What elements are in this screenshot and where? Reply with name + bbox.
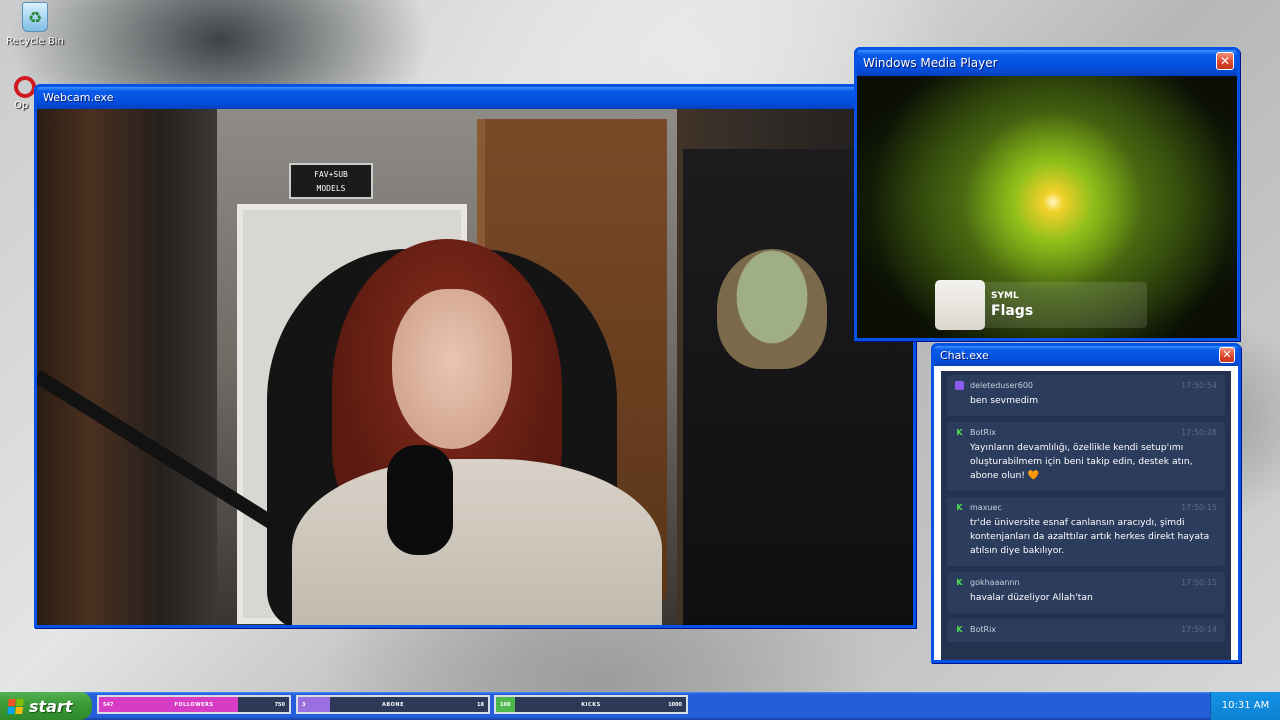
chat-username: BotRix <box>970 625 997 634</box>
chat-timestamp: 17:50:54 <box>1181 381 1217 390</box>
sign-line-1: FAV+SUB <box>314 170 348 179</box>
recycle-bin-label: Recycle Bin <box>6 36 64 47</box>
recycle-bin-icon[interactable]: ♻ Recycle Bin <box>0 2 70 47</box>
chat-message-list[interactable]: deleteduser600 17:50:54 ben sevmedim K B… <box>941 371 1231 660</box>
goal-label: ABONE <box>381 701 405 708</box>
goal-bar-kicks: 100 KICKS 1000 <box>494 695 688 714</box>
media-player-titlebar[interactable]: Windows Media Player ✕ <box>857 50 1237 76</box>
clock: 10:31 AM <box>1221 700 1270 711</box>
close-icon: ✕ <box>1219 54 1231 68</box>
microphone <box>387 445 453 555</box>
chat-message: K BotRix 17:50:28 Yayınların devamlılığı… <box>947 422 1225 491</box>
webcam-window[interactable]: Webcam.exe FAV+SUB MODELS <box>34 84 916 628</box>
start-button[interactable]: start <box>0 692 92 720</box>
chat-text: ben sevmedim <box>970 395 1039 406</box>
streamer-face <box>392 289 512 449</box>
now-playing-track: Flags <box>991 303 1034 319</box>
media-player-title: Windows Media Player <box>863 56 998 70</box>
chat-text: tr'de üniversite esnaf canlansın aracıyd… <box>970 517 1210 556</box>
goal-bar-followers: 547 FOLLOWERS 750 <box>97 695 291 714</box>
goal-max: 1000 <box>668 701 682 708</box>
chat-text: havalar düzeliyor Allah'tan <box>970 592 1093 603</box>
goal-max: 750 <box>274 701 285 708</box>
chat-username: BotRix <box>970 428 997 437</box>
media-visualizer: SYML Flags <box>857 76 1237 338</box>
goal-label: FOLLOWERS <box>174 701 214 708</box>
webcam-title: Webcam.exe <box>43 91 114 104</box>
chat-titlebar[interactable]: Chat.exe ✕ <box>934 346 1238 366</box>
chat-message: K maxuec 17:50:15 tr'de üniversite esnaf… <box>947 497 1225 566</box>
media-player-window[interactable]: Windows Media Player ✕ SYML Flags <box>854 47 1240 341</box>
start-label: start <box>29 696 73 716</box>
system-tray[interactable]: 10:31 AM <box>1210 692 1280 720</box>
close-icon: ✕ <box>1222 348 1232 361</box>
chat-timestamp: 17:50:28 <box>1181 428 1217 437</box>
webcam-feed: FAV+SUB MODELS <box>37 109 913 625</box>
kick-icon: K <box>956 625 963 634</box>
chat-timestamp: 17:50:15 <box>1181 503 1217 512</box>
streamer <box>292 239 662 625</box>
taskbar: start 547 FOLLOWERS 750 3 ABONE 18 100 K… <box>0 692 1280 720</box>
opera-icon <box>14 76 36 98</box>
chat-timestamp: 17:50:15 <box>1181 578 1217 587</box>
webcam-titlebar[interactable]: Webcam.exe <box>37 87 913 109</box>
windows-logo-icon <box>7 698 24 714</box>
webcam-lightbox-sign: FAV+SUB MODELS <box>289 163 373 199</box>
chat-title: Chat.exe <box>940 349 989 362</box>
chat-message: K BotRix 17:50:14 <box>947 619 1225 642</box>
chat-username: deleteduser600 <box>970 381 1033 390</box>
streamer-sweater <box>292 459 662 625</box>
chat-message: K gokhaaannn 17:50:15 havalar düzeliyor … <box>947 572 1225 613</box>
chat-username: maxuec <box>970 503 1002 512</box>
chat-username: gokhaaannn <box>970 578 1020 587</box>
kick-icon: K <box>956 428 963 437</box>
kick-icon: K <box>956 578 963 587</box>
chat-message: deleteduser600 17:50:54 ben sevmedim <box>947 375 1225 416</box>
now-playing-artist: SYML <box>991 291 1019 301</box>
chat-timestamp: 17:50:14 <box>1181 625 1217 634</box>
goal-max: 18 <box>477 701 484 708</box>
chat-close-button[interactable]: ✕ <box>1219 347 1235 363</box>
twitch-icon <box>955 381 964 390</box>
now-playing-card: SYML Flags <box>935 280 1147 330</box>
chat-body: deleteduser600 17:50:54 ben sevmedim K B… <box>934 366 1238 660</box>
plush-toy <box>717 249 827 369</box>
kick-icon: K <box>956 503 963 512</box>
chat-text: Yayınların devamlılığı, özellikle kendi … <box>970 442 1193 481</box>
album-art-icon <box>935 280 985 330</box>
recycle-icon: ♻ <box>22 2 48 32</box>
goal-label: KICKS <box>581 701 601 708</box>
sign-line-2: MODELS <box>316 184 346 193</box>
chat-window[interactable]: Chat.exe ✕ deleteduser600 17:50:54 ben s… <box>931 343 1241 663</box>
goal-bar-abone: 3 ABONE 18 <box>296 695 490 714</box>
media-player-close-button[interactable]: ✕ <box>1216 52 1234 70</box>
